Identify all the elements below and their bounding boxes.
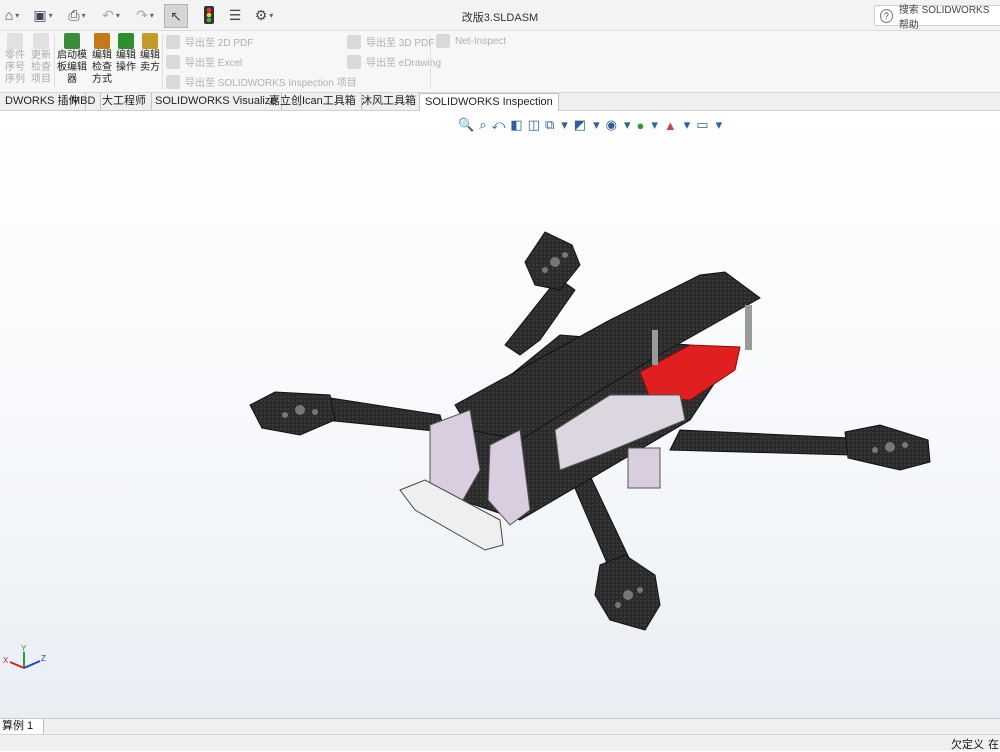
standoff bbox=[745, 305, 752, 350]
pdf-3d-icon bbox=[347, 34, 361, 49]
bom-item-number-button[interactable]: 零件 序号 序列 bbox=[4, 33, 26, 86]
tab-mufeng-toolbox[interactable]: 沐风工具箱 bbox=[356, 93, 422, 110]
undo-icon[interactable]: ↶ ▾ bbox=[98, 4, 124, 26]
svg-text:Y: Y bbox=[21, 644, 27, 653]
export-3d-pdf-label: 导出至 3D PDF bbox=[366, 38, 435, 49]
arm-tip-left bbox=[249, 391, 336, 436]
operations-icon bbox=[118, 33, 134, 49]
antenna-mount bbox=[627, 447, 661, 489]
export-excel-label: 导出至 Excel bbox=[185, 58, 243, 69]
inspection-method-icon bbox=[94, 33, 110, 49]
drone-frame-model[interactable]: Y Z X bbox=[0, 111, 1000, 718]
btn-line: 启动模 bbox=[57, 50, 87, 61]
btn-line: 板编辑 bbox=[57, 62, 87, 73]
balloon-icon bbox=[7, 33, 23, 49]
tab-engineer[interactable]: 大工程师 bbox=[97, 93, 152, 110]
options-gear-icon[interactable]: ⚙ ▾ bbox=[250, 4, 278, 26]
export-inspection-label: 导出至 SOLIDWORKS Inspection 项目 bbox=[185, 78, 357, 89]
traffic-light-icon[interactable] bbox=[202, 4, 216, 26]
btn-line: 序列 bbox=[5, 74, 25, 85]
open-icon[interactable]: ⌂ ▾ bbox=[0, 4, 24, 26]
export-2d-pdf-button[interactable]: 导出至 2D PDF bbox=[166, 34, 253, 49]
select-arrow-icon[interactable]: ↖ bbox=[164, 4, 188, 28]
command-manager-ribbon: 零件 序号 序列 更新 检查 项目 启动模 板编辑 器 编辑 检查 方式 编辑 … bbox=[0, 31, 1000, 93]
tab-jlc-toolbox[interactable]: 嘉立创Ican工具箱 bbox=[264, 93, 362, 110]
help-search-icon: ? bbox=[880, 8, 893, 23]
pdf-icon bbox=[166, 34, 180, 49]
svg-text:Z: Z bbox=[41, 654, 46, 663]
export-excel-button[interactable]: 导出至 Excel bbox=[166, 54, 242, 69]
title-bar: ⌂ ▾ ▣ ▾ ⎙ ▾ ↶ ▾ ↷ ▾ ↖ ☰ ⚙ ▾ 改版3.SLDASM ? 搜索 SO… bbox=[0, 0, 1000, 31]
export-2d-pdf-label: 导出至 2D PDF bbox=[185, 38, 254, 49]
btn-line: 卖方 bbox=[140, 62, 160, 73]
edit-operations-button[interactable]: 编辑 操作 bbox=[115, 33, 137, 74]
btn-line: 编辑 bbox=[116, 50, 136, 61]
ribbon-divider bbox=[162, 35, 163, 89]
coordinate-triad: Y Z X bbox=[3, 644, 46, 669]
btn-line: 零件 bbox=[5, 50, 25, 61]
btn-line: 序号 bbox=[5, 62, 25, 73]
net-inspect-button[interactable]: Net-Inspect bbox=[436, 34, 506, 48]
arm-left bbox=[324, 397, 446, 433]
graphics-area[interactable]: 🔍 ⌕ ⤺ ◧ ◫ ⧉ ▾ ◩ ▾ ◉ ▾ ● ▾ ▲ ▾ ▭ ▾ Y Z X bbox=[0, 111, 1000, 718]
study-tab[interactable]: 算例 1 bbox=[0, 719, 45, 734]
redo-icon[interactable]: ↷ ▾ bbox=[132, 4, 158, 26]
edit-inspection-method-button[interactable]: 编辑 检查 方式 bbox=[91, 33, 113, 86]
launch-template-editor-button[interactable]: 启动模 板编辑 器 bbox=[56, 33, 88, 86]
btn-line: 器 bbox=[67, 74, 77, 85]
model-tab-bar: 算例 1 bbox=[0, 718, 1000, 734]
btn-line: 编辑 bbox=[140, 50, 160, 61]
net-inspect-icon bbox=[436, 34, 450, 48]
status-bar: 欠定义 在 bbox=[0, 734, 1000, 751]
excel-icon bbox=[166, 54, 180, 69]
inspection-project-icon bbox=[166, 74, 180, 89]
btn-line: 更新 bbox=[31, 50, 51, 61]
export-edrawing-button[interactable]: 导出至 eDrawing bbox=[347, 54, 441, 69]
btn-line: 检查 bbox=[31, 62, 51, 73]
update-inspection-button[interactable]: 更新 检查 项目 bbox=[30, 33, 52, 86]
print-icon[interactable]: ⎙ ▾ bbox=[64, 4, 90, 26]
btn-line: 检查 bbox=[92, 62, 112, 73]
net-inspect-label: Net-Inspect bbox=[455, 35, 507, 47]
tab-inspection[interactable]: SOLIDWORKS Inspection bbox=[419, 93, 559, 112]
btn-line: 操作 bbox=[116, 62, 136, 73]
search-placeholder: 搜索 SOLIDWORKS 帮助 bbox=[898, 4, 990, 31]
save-icon[interactable]: ▣ ▾ bbox=[30, 4, 56, 26]
edit-vendors-button[interactable]: 编辑 卖方 bbox=[139, 33, 161, 74]
standoff bbox=[652, 330, 658, 365]
tab-visualize[interactable]: SOLIDWORKS Visualize bbox=[150, 93, 283, 110]
arm-right bbox=[669, 429, 851, 456]
btn-line: 编辑 bbox=[92, 50, 112, 61]
template-editor-icon bbox=[64, 33, 80, 49]
export-inspection-project-button[interactable]: 导出至 SOLIDWORKS Inspection 项目 bbox=[166, 74, 357, 89]
command-tabs: DWORKS 插件 MBD 大工程师 SOLIDWORKS Visualize … bbox=[0, 93, 1000, 112]
vendor-icon bbox=[142, 33, 158, 49]
btn-line: 项目 bbox=[31, 74, 51, 85]
ribbon-divider bbox=[430, 35, 431, 89]
file-properties-icon[interactable]: ☰ bbox=[226, 4, 244, 26]
edrawing-icon bbox=[347, 54, 361, 69]
btn-line: 方式 bbox=[92, 74, 112, 85]
svg-text:X: X bbox=[3, 656, 9, 665]
update-icon bbox=[33, 33, 49, 49]
export-3d-pdf-button[interactable]: 导出至 3D PDF bbox=[347, 34, 434, 49]
ribbon-divider bbox=[54, 35, 55, 89]
search-help-input[interactable]: ? 搜索 SOLIDWORKS 帮助 bbox=[874, 5, 1000, 31]
